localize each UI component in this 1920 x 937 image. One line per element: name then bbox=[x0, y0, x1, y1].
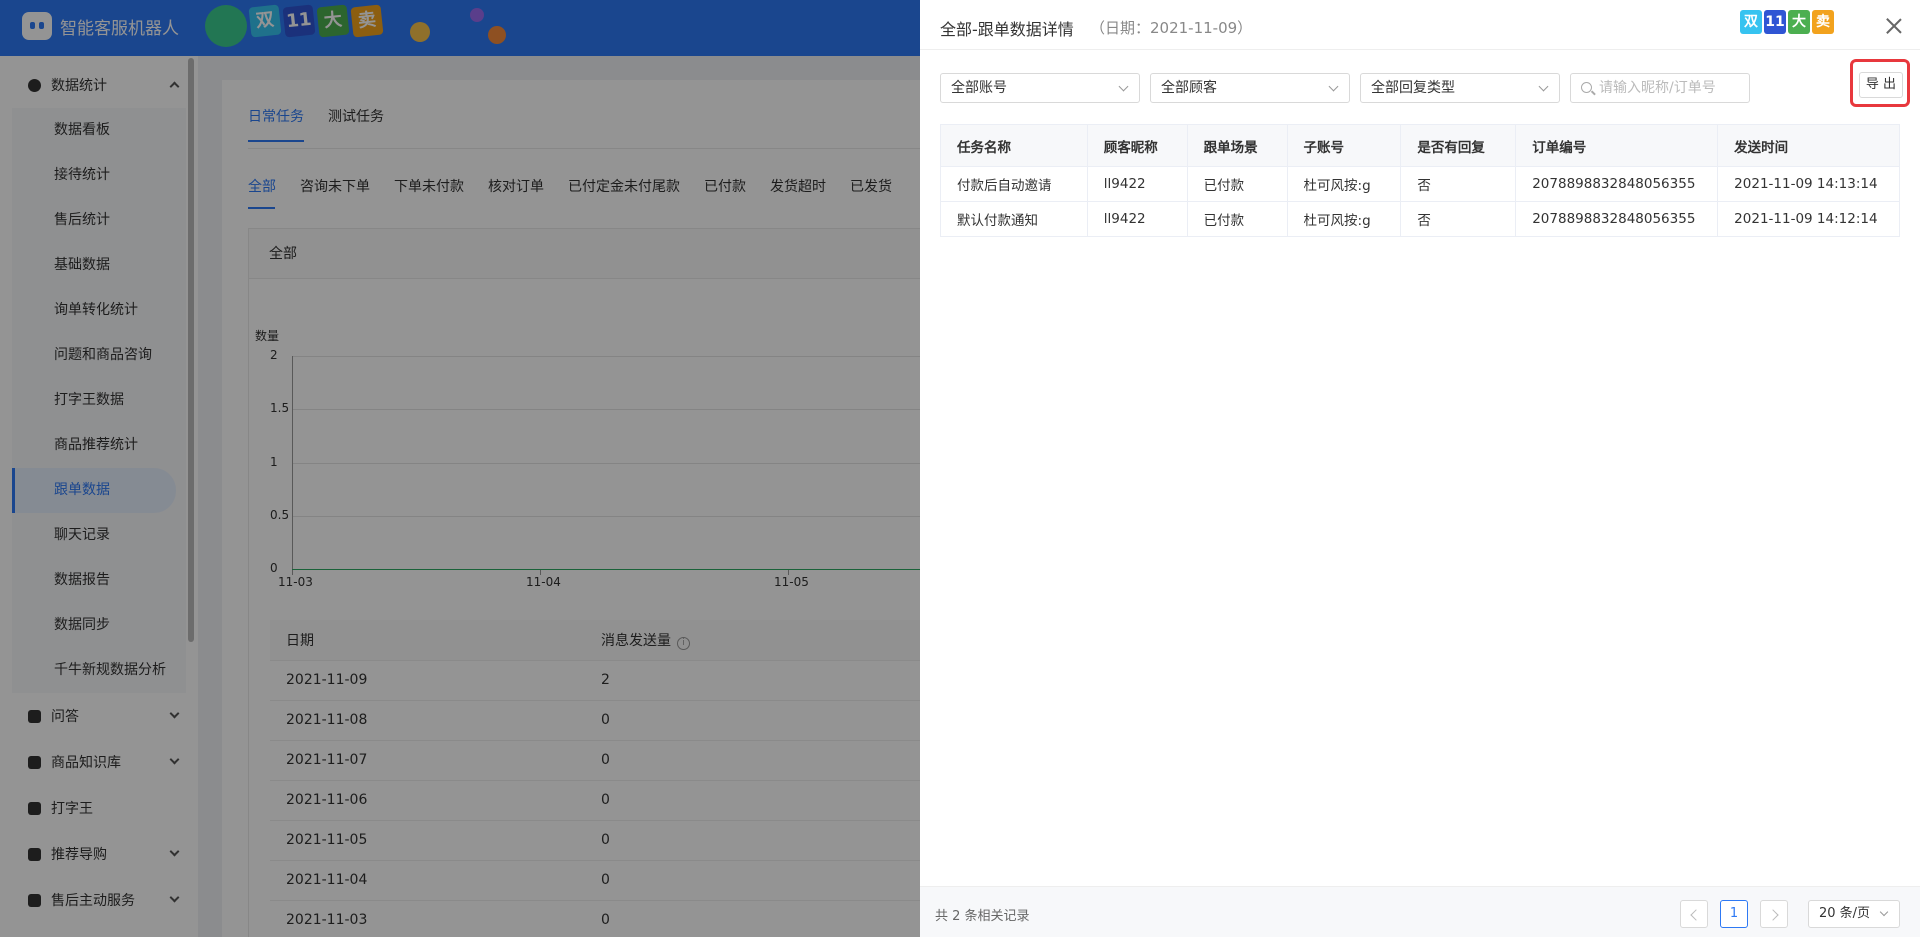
table-cell: 默认付款通知 bbox=[940, 201, 1088, 237]
table-cell: 否 bbox=[1400, 201, 1517, 237]
column-header: 发送时间 bbox=[1717, 124, 1900, 167]
export-button[interactable]: 导 出 bbox=[1859, 72, 1903, 98]
promo-badge: 双 11 大 卖 bbox=[1740, 10, 1834, 34]
drawer-header: 全部-跟单数据详情 （日期：2021-11-09） 双 11 大 卖 bbox=[920, 0, 1920, 50]
table-cell: 2078898832848056355 bbox=[1515, 166, 1719, 202]
table-cell: 杜可风按:g bbox=[1286, 166, 1402, 202]
table-cell: ll9422 bbox=[1086, 201, 1188, 237]
total-records: 共 2 条相关记录 bbox=[935, 909, 1030, 924]
table-header-row: 任务名称 顾客昵称 跟单场景 子账号 是否有回复 订单编号 发送时间 bbox=[940, 124, 1900, 167]
promo-char: 双 bbox=[1740, 10, 1762, 34]
page-size-value: 20 条/页 bbox=[1819, 906, 1871, 921]
table-cell: 杜可风按:g bbox=[1286, 201, 1402, 237]
select-value: 全部顾客 bbox=[1161, 80, 1217, 96]
select-value: 全部账号 bbox=[951, 80, 1007, 96]
table-cell: 否 bbox=[1400, 166, 1517, 202]
detail-drawer: 全部-跟单数据详情 （日期：2021-11-09） 双 11 大 卖 全部账号 … bbox=[920, 0, 1920, 937]
table-cell: 已付款 bbox=[1186, 166, 1288, 202]
search-icon bbox=[1581, 82, 1592, 93]
prev-page-button[interactable] bbox=[1680, 900, 1708, 928]
column-header: 是否有回复 bbox=[1400, 124, 1517, 167]
chevron-down-icon bbox=[1328, 81, 1339, 92]
customer-select[interactable]: 全部顾客 bbox=[1150, 73, 1350, 103]
chevron-down-icon bbox=[1879, 907, 1889, 917]
detail-table: 任务名称 顾客昵称 跟单场景 子账号 是否有回复 订单编号 发送时间 付款后自动邀请 ll94… bbox=[940, 124, 1900, 237]
select-value: 全部回复类型 bbox=[1371, 80, 1455, 96]
search-input[interactable] bbox=[1599, 77, 1744, 99]
promo-char: 卖 bbox=[1812, 10, 1834, 34]
column-header: 订单编号 bbox=[1515, 124, 1719, 167]
page-number-button[interactable]: 1 bbox=[1720, 900, 1748, 928]
chevron-down-icon bbox=[1538, 81, 1549, 92]
promo-char: 大 bbox=[1788, 10, 1810, 34]
next-page-button[interactable] bbox=[1760, 900, 1788, 928]
promo-char: 11 bbox=[1764, 10, 1786, 34]
modal-overlay[interactable] bbox=[0, 0, 920, 937]
search-box bbox=[1570, 73, 1750, 103]
table-row: 默认付款通知 ll9422 已付款 杜可风按:g 否 207889883284805635… bbox=[940, 201, 1900, 237]
table-row: 付款后自动邀请 ll9422 已付款 杜可风按:g 否 20788988328480563… bbox=[940, 166, 1900, 202]
drawer-date: （日期：2021-11-09） bbox=[1090, 19, 1253, 37]
column-header: 任务名称 bbox=[940, 124, 1088, 167]
table-cell: 付款后自动邀请 bbox=[940, 166, 1088, 202]
table-cell: 2021-11-09 14:12:14 bbox=[1717, 201, 1900, 237]
table-cell: 2078898832848056355 bbox=[1515, 201, 1719, 237]
page-size-select[interactable]: 20 条/页 bbox=[1808, 900, 1900, 928]
account-select[interactable]: 全部账号 bbox=[940, 73, 1140, 103]
column-header: 子账号 bbox=[1286, 124, 1402, 167]
export-highlight: 导 出 bbox=[1850, 59, 1910, 107]
column-header: 顾客昵称 bbox=[1086, 124, 1188, 167]
chevron-down-icon bbox=[1118, 81, 1129, 92]
close-icon[interactable] bbox=[1884, 16, 1904, 36]
drawer-title: 全部-跟单数据详情 bbox=[940, 20, 1074, 39]
table-cell: 2021-11-09 14:13:14 bbox=[1717, 166, 1900, 202]
pagination-bar: 共 2 条相关记录 1 20 条/页 bbox=[920, 886, 1920, 937]
table-cell: ll9422 bbox=[1086, 166, 1188, 202]
column-header: 跟单场景 bbox=[1186, 124, 1288, 167]
reply-type-select[interactable]: 全部回复类型 bbox=[1360, 73, 1560, 103]
table-cell: 已付款 bbox=[1186, 201, 1288, 237]
